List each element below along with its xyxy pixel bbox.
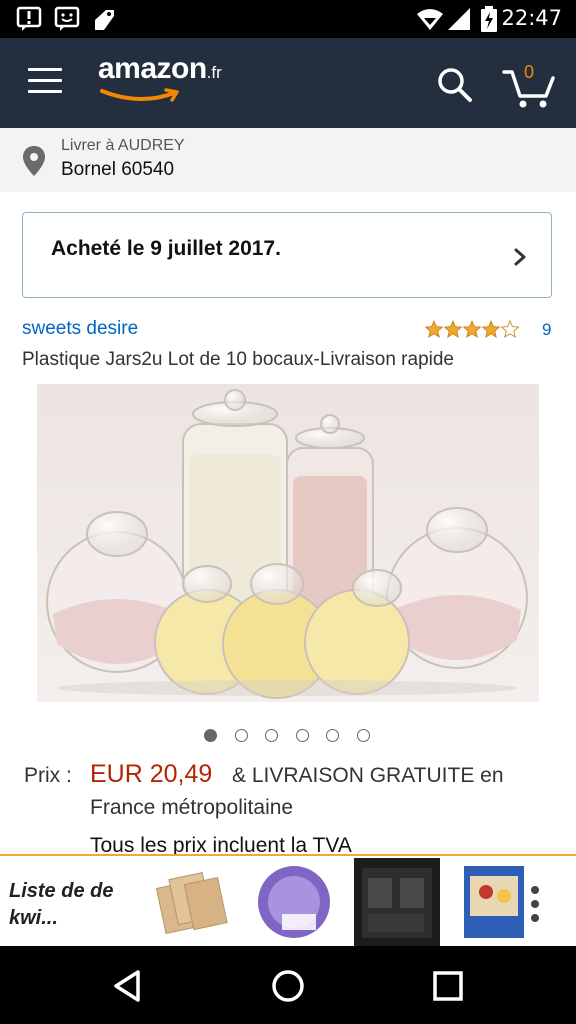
alert-notification-icon [16, 6, 42, 31]
star-rating[interactable] [424, 318, 524, 340]
wishlist-label[interactable]: Liste de de kwi... [9, 878, 139, 932]
carousel-dot[interactable] [204, 729, 217, 742]
seller-link[interactable]: sweets desire [22, 318, 138, 340]
star-full-icon [444, 320, 462, 338]
amazon-logo[interactable]: amazon.fr [98, 52, 222, 112]
wishlist-item-thumbnail[interactable] [146, 858, 232, 946]
product-image[interactable] [37, 384, 539, 702]
carousel-dot[interactable] [326, 729, 339, 742]
app-header: amazon.fr 0 [0, 38, 576, 128]
more-options-icon[interactable] [528, 884, 542, 924]
star-full-icon [482, 320, 500, 338]
search-icon[interactable] [436, 66, 474, 104]
wishlist-bar[interactable]: Liste de de kwi... [0, 854, 576, 946]
chevron-right-icon [514, 248, 526, 266]
purchase-history-card[interactable]: Acheté le 9 juillet 2017. [22, 212, 552, 298]
clock: 22:47 [501, 6, 562, 30]
address-location: Bornel 60540 [61, 159, 175, 180]
carousel-dot[interactable] [357, 729, 370, 742]
logo-domain: .fr [206, 63, 222, 82]
delivery-address-bar[interactable]: Livrer à AUDREY Bornel 60540 [0, 128, 576, 192]
product-title: Plastique Jars2u Lot de 10 bocaux-Livrai… [22, 349, 454, 370]
carousel-dot[interactable] [235, 729, 248, 742]
signal-icon [448, 8, 470, 30]
delivery-region: France métropolitaine [90, 796, 294, 819]
home-icon[interactable] [268, 966, 308, 1006]
wifi-icon [417, 9, 443, 30]
logo-text: amazon [98, 52, 207, 85]
carousel-dot[interactable] [265, 729, 278, 742]
system-navigation-bar [0, 946, 576, 1024]
logo-smile-icon [100, 88, 179, 102]
rating-count[interactable]: 9 [542, 320, 551, 340]
price-value: EUR 20,49 [90, 760, 213, 788]
delivery-info: & LIVRAISON GRATUITE en [232, 764, 504, 787]
wishlist-item-thumbnail[interactable] [354, 858, 440, 946]
location-pin-icon [23, 146, 45, 176]
purchase-date-text: Acheté le 9 juillet 2017. [51, 237, 281, 260]
star-full-icon [463, 320, 481, 338]
message-notification-icon [54, 6, 80, 31]
wishlist-item-thumbnail[interactable] [252, 858, 336, 946]
cart-count: 0 [524, 62, 535, 82]
status-bar: 22:47 [0, 0, 576, 38]
back-icon[interactable] [108, 966, 148, 1006]
star-full-icon [425, 320, 443, 338]
wishlist-item-thumbnail[interactable] [460, 858, 532, 946]
carousel-dot[interactable] [296, 729, 309, 742]
recent-apps-icon[interactable] [428, 966, 468, 1006]
star-empty-icon [501, 320, 519, 338]
menu-icon[interactable] [28, 68, 62, 96]
app-notification-icon [95, 10, 114, 30]
price-label: Prix : [24, 764, 72, 787]
battery-charging-icon [481, 6, 497, 32]
address-recipient: Livrer à AUDREY [61, 137, 185, 154]
